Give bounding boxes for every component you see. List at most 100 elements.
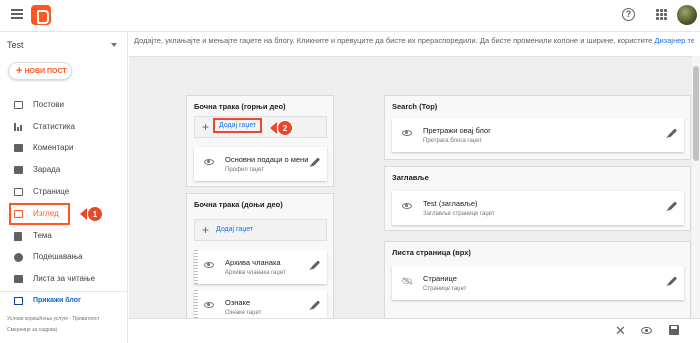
settings-icon <box>14 253 23 262</box>
scrollbar-thumb[interactable] <box>693 66 699 161</box>
gadget-name: Ознаке <box>225 298 251 307</box>
gadget-description: Претрага блога гаџет <box>423 138 482 144</box>
vertical-scrollbar[interactable] <box>692 56 700 318</box>
gadget-name: Архива чланака <box>225 258 281 267</box>
layout-instructions: Додајте, уклањајте и мењајте гаџете на б… <box>134 36 694 50</box>
gadget-name: Основни подаци о мени <box>225 155 309 164</box>
visibility-hidden-eye-icon[interactable] <box>402 278 412 284</box>
add-gadget-link[interactable]: Додај гаџет <box>213 118 263 133</box>
edit-pencil-icon[interactable] <box>310 157 321 167</box>
section-page-list-top: Листа страница (врх) Странице Странице г… <box>384 241 691 318</box>
plus-icon: + <box>16 65 23 77</box>
section-title: Search (Top) <box>392 102 438 111</box>
top-bar: ? <box>0 0 700 32</box>
sidebar: Test + НОВИ ПОСТ Постови Статистика Комен… <box>0 32 128 343</box>
gadget-description: Архива чланака гаџет <box>225 270 286 276</box>
theme-designer-link[interactable]: Дизајнер тема <box>654 36 694 45</box>
gadget-card[interactable]: Странице Странице гаџет <box>392 266 684 300</box>
view-blog-link[interactable]: Прикажи блог <box>0 291 127 309</box>
stats-icon <box>14 123 23 131</box>
gadget-card[interactable]: Архива чланака Архива чланака гаџет <box>194 250 327 284</box>
drag-handle[interactable] <box>194 250 198 284</box>
blog-selector[interactable]: Test <box>7 40 119 54</box>
section-title: Листа страница (врх) <box>392 248 471 257</box>
callout-badge: 1 <box>87 206 103 222</box>
instructions-text: Додајте, уклањајте и мењајте гаџете на б… <box>134 36 653 45</box>
callout-arrow <box>80 208 87 220</box>
sidebar-item-reading-list[interactable]: Листа за читање <box>0 270 127 288</box>
add-gadget-link[interactable]: Додај гаџет <box>216 226 253 233</box>
add-gadget-row[interactable]: + Додај гаџет <box>194 116 327 138</box>
new-post-label: НОВИ ПОСТ <box>24 68 67 75</box>
reading-list-icon <box>14 275 23 283</box>
visibility-eye-icon[interactable] <box>204 262 214 268</box>
sidebar-item-label: Коментари <box>33 143 74 152</box>
section-title: Бочна трака (доњи део) <box>194 200 283 209</box>
theme-icon <box>14 232 22 241</box>
save-icon[interactable] <box>669 325 679 335</box>
visibility-eye-icon[interactable] <box>204 302 214 308</box>
sidebar-item-label: Зарада <box>33 165 61 174</box>
hamburger-menu-icon[interactable] <box>11 9 23 19</box>
add-gadget-row[interactable]: + Додај гаџет <box>194 219 327 241</box>
gadget-card[interactable]: Претражи овај блог Претрага блога гаџет <box>392 118 684 152</box>
comments-icon <box>14 144 23 152</box>
avatar[interactable] <box>677 5 697 25</box>
footer-link-privacy[interactable]: Приватност <box>73 316 100 322</box>
visibility-eye-icon[interactable] <box>204 159 214 165</box>
section-header: Заглавље Test (заглавље) Заглавље страни… <box>384 166 691 231</box>
callout-arrow <box>270 122 277 134</box>
apps-grid-icon[interactable] <box>656 9 667 20</box>
footer-link-terms[interactable]: Услови коришћења услуге <box>7 316 68 322</box>
blog-name: Test <box>7 40 24 50</box>
section-search-top: Search (Top) Претражи овај блог Претрага… <box>384 95 691 160</box>
gadget-description: Заглавље странице гаџет <box>423 211 495 217</box>
gadget-name: Странице <box>423 274 457 283</box>
edit-pencil-icon[interactable] <box>667 276 678 286</box>
visibility-eye-icon[interactable] <box>402 203 412 209</box>
close-icon[interactable]: ✕ <box>615 324 626 338</box>
sidebar-item-pages[interactable]: Странице <box>0 183 127 201</box>
sidebar-item-label: Странице <box>33 187 70 196</box>
sidebar-item-settings[interactable]: Подешавања <box>0 248 127 266</box>
gadget-name: Test (заглавље) <box>423 199 478 208</box>
gadget-description: Странице гаџет <box>423 286 467 292</box>
chevron-down-icon <box>111 43 117 47</box>
sidebar-item-label: Постови <box>33 100 64 109</box>
footer-separator: · <box>69 316 72 322</box>
callout-step-1: 1 <box>80 206 103 222</box>
sidebar-item-label: Статистика <box>33 122 76 131</box>
gadget-name: Претражи овај блог <box>423 126 491 135</box>
blogger-logo-icon[interactable] <box>31 5 51 25</box>
section-sidebar-top: Бочна трака (горњи део) + Додај гаџет Ос… <box>186 95 334 187</box>
visibility-eye-icon[interactable] <box>402 130 412 136</box>
section-title: Заглавље <box>392 173 429 182</box>
gadget-card[interactable]: Test (заглавље) Заглавље странице гаџет <box>392 191 684 225</box>
edit-pencil-icon[interactable] <box>310 260 321 270</box>
new-post-button[interactable]: + НОВИ ПОСТ <box>8 62 72 80</box>
open-external-icon <box>14 297 23 305</box>
edit-pencil-icon[interactable] <box>667 201 678 211</box>
callout-badge: 2 <box>277 120 293 136</box>
posts-icon <box>14 101 23 109</box>
help-circle-icon[interactable]: ? <box>622 8 635 21</box>
sidebar-item-posts[interactable]: Постови <box>0 96 127 114</box>
gadget-description: Ознаке гаџет <box>225 310 262 316</box>
view-blog-label: Прикажи блог <box>33 297 81 304</box>
sidebar-item-stats[interactable]: Статистика <box>0 118 127 136</box>
sidebar-item-label: Тема <box>33 231 52 240</box>
sidebar-item-earnings[interactable]: Зарада <box>0 161 127 179</box>
edit-pencil-icon[interactable] <box>310 300 321 310</box>
bottom-action-bar: ✕ <box>129 318 700 343</box>
sidebar-item-theme[interactable]: Тема <box>0 227 127 245</box>
sidebar-item-comments[interactable]: Коментари <box>0 139 127 157</box>
preview-eye-icon[interactable] <box>641 327 652 334</box>
footer-links: Услови коришћења услуге · Приватност Сме… <box>7 314 125 336</box>
footer-link-content-policy[interactable]: Смернице за садржај <box>7 327 57 333</box>
section-sidebar-bottom: Бочна трака (доњи део) + Додај гаџет Арх… <box>186 193 334 324</box>
gadget-card[interactable]: Основни подаци о мени Профил гаџет <box>194 147 327 181</box>
callout-step-2: 2 <box>270 120 293 136</box>
sidebar-item-label: Подешавања <box>33 252 83 261</box>
edit-pencil-icon[interactable] <box>667 128 678 138</box>
section-title: Бочна трака (горњи део) <box>194 102 286 111</box>
